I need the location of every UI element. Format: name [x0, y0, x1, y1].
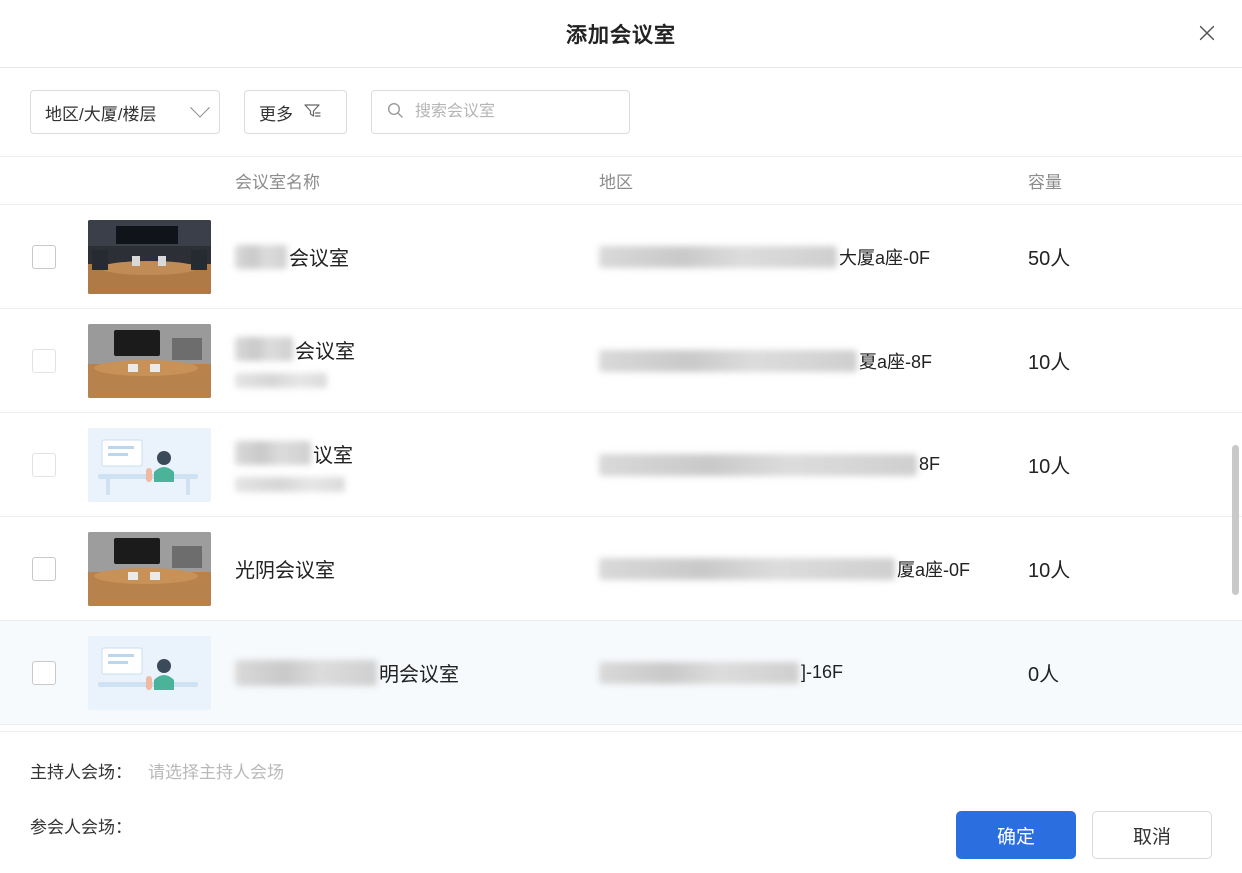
row-checkbox-cell	[0, 661, 88, 685]
room-region-cell: 厦a座-0F	[599, 556, 1028, 582]
table-row[interactable]: 明会议室 ]-16F 0人	[0, 621, 1242, 725]
meeting-room-photo-tv	[88, 324, 211, 398]
meeting-room-photo-tv	[88, 532, 211, 606]
redacted-name-part	[235, 441, 311, 465]
close-icon[interactable]	[1190, 16, 1224, 50]
room-name-cell: 会议室	[235, 335, 599, 387]
room-name: 会议室	[289, 242, 349, 271]
room-thumbnail-cell	[88, 428, 235, 502]
host-venue-label: 主持人会场：	[30, 758, 148, 783]
table-row[interactable]: 议室 8F 10人	[0, 413, 1242, 517]
room-name: 会议室	[295, 335, 355, 364]
row-checkbox[interactable]	[32, 557, 56, 581]
page-title: 添加会议室	[566, 19, 676, 49]
room-name-cell: 会议室	[235, 242, 599, 271]
region-select-label: 地区/大厦/楼层	[45, 100, 156, 125]
redacted-region-part	[599, 454, 917, 476]
column-header-capacity: 容量	[1028, 168, 1242, 193]
room-region-cell: ]-16F	[599, 662, 1028, 684]
host-venue-row: 主持人会场： 请选择主持人会场	[30, 732, 1212, 783]
redacted-room-subtitle	[235, 373, 327, 388]
row-checkbox[interactable]	[32, 453, 56, 477]
row-checkbox-cell	[0, 349, 88, 373]
room-capacity-cell: 0人	[1028, 658, 1242, 687]
room-thumbnail-cell	[88, 636, 235, 710]
row-checkbox[interactable]	[32, 245, 56, 269]
search-input[interactable]	[413, 102, 615, 122]
room-capacity: 0人	[1028, 664, 1059, 686]
room-name-cell: 明会议室	[235, 658, 599, 687]
room-thumbnail-cell	[88, 324, 235, 398]
room-region-cell: 夏a座-8F	[599, 348, 1028, 374]
room-capacity-cell: 10人	[1028, 450, 1242, 479]
confirm-button[interactable]: 确定	[956, 811, 1076, 859]
room-thumbnail-cell	[88, 220, 235, 294]
illustration-desk	[88, 636, 211, 710]
redacted-room-subtitle	[235, 477, 345, 492]
cancel-button[interactable]: 取消	[1092, 811, 1212, 859]
dialog-header: 添加会议室	[0, 0, 1242, 68]
room-capacity: 10人	[1028, 352, 1070, 374]
room-region: ]-16F	[801, 662, 843, 683]
table-row[interactable]: 会议室 夏a座-8F 10人	[0, 309, 1242, 413]
room-capacity: 10人	[1028, 560, 1070, 582]
table-row[interactable]: 会议室 大厦a座-0F 50人	[0, 205, 1242, 309]
redacted-name-part	[235, 245, 287, 269]
room-capacity: 10人	[1028, 456, 1070, 478]
chevron-down-icon	[190, 98, 210, 118]
room-region: 大厦a座-0F	[839, 244, 930, 270]
search-icon	[386, 101, 404, 124]
room-name-cell: 光阴会议室	[235, 554, 599, 583]
room-capacity-cell: 10人	[1028, 554, 1242, 583]
room-region-cell: 8F	[599, 454, 1028, 476]
search-box[interactable]	[371, 90, 630, 134]
illustration-desk	[88, 428, 211, 502]
room-capacity-cell: 10人	[1028, 346, 1242, 375]
room-region: 夏a座-8F	[859, 348, 932, 374]
more-filters-button[interactable]: 更多	[244, 90, 347, 134]
add-meeting-room-dialog: 添加会议室 地区/大厦/楼层 更多	[0, 0, 1242, 873]
room-name: 议室	[313, 439, 353, 468]
redacted-region-part	[599, 662, 799, 684]
room-name-cell: 议室	[235, 439, 599, 491]
table-row[interactable]: 光阴会议室 厦a座-0F 10人	[0, 517, 1242, 621]
row-checkbox-cell	[0, 557, 88, 581]
row-checkbox[interactable]	[32, 349, 56, 373]
column-header-region: 地区	[599, 168, 1028, 193]
room-list[interactable]: 会议室 大厦a座-0F 50人	[0, 205, 1242, 731]
room-thumbnail-cell	[88, 532, 235, 606]
redacted-region-part	[599, 246, 837, 268]
filter-icon	[302, 100, 322, 125]
footer-buttons: 确定 取消	[956, 811, 1212, 859]
row-checkbox-cell	[0, 245, 88, 269]
room-region: 8F	[919, 454, 940, 475]
room-capacity: 50人	[1028, 248, 1070, 270]
redacted-name-part	[235, 337, 293, 361]
room-capacity-cell: 50人	[1028, 242, 1242, 271]
redacted-name-part	[235, 660, 377, 686]
more-filters-label: 更多	[259, 100, 293, 125]
room-name: 光阴会议室	[235, 554, 335, 583]
column-header-name: 会议室名称	[235, 168, 599, 193]
meeting-room-photo-dark	[88, 220, 211, 294]
room-name: 明会议室	[379, 658, 459, 687]
vertical-scrollbar[interactable]	[1232, 445, 1239, 595]
room-region-cell: 大厦a座-0F	[599, 244, 1028, 270]
redacted-region-part	[599, 558, 895, 580]
room-region: 厦a座-0F	[897, 556, 970, 582]
table-header: 会议室名称 地区 容量	[0, 157, 1242, 205]
row-checkbox-cell	[0, 453, 88, 477]
attendee-venue-label: 参会人会场：	[30, 813, 148, 838]
dialog-footer: 主持人会场： 请选择主持人会场 参会人会场： 确定 取消	[0, 731, 1242, 873]
redacted-region-part	[599, 350, 857, 372]
row-checkbox[interactable]	[32, 661, 56, 685]
host-venue-value[interactable]: 请选择主持人会场	[148, 758, 284, 783]
filter-bar: 地区/大厦/楼层 更多	[0, 68, 1242, 157]
region-select[interactable]: 地区/大厦/楼层	[30, 90, 220, 134]
